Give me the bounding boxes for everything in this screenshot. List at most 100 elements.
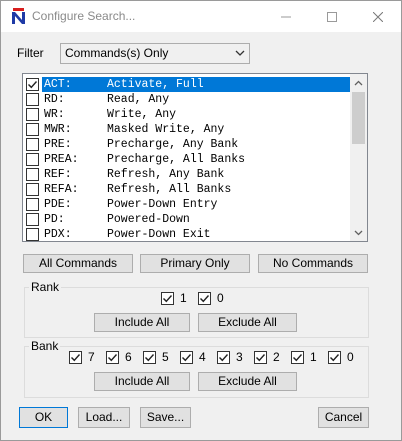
rank-checkbox-1[interactable]: 1 (161, 292, 192, 306)
command-code: PDX: (44, 228, 72, 241)
bank-checkbox-1[interactable]: 1 (291, 351, 322, 365)
command-checkbox[interactable] (26, 153, 39, 166)
command-checkbox[interactable] (26, 228, 39, 241)
command-row[interactable]: PDE: Power-Down Entry (24, 197, 352, 212)
checkbox-label: 6 (125, 350, 132, 364)
checkbox-box (180, 351, 193, 364)
command-row[interactable]: PRE: Precharge, Any Bank (24, 137, 352, 152)
command-code: ACT: (44, 78, 72, 91)
minimize-icon (281, 16, 291, 17)
bank-checkbox-5[interactable]: 5 (143, 351, 174, 365)
command-code: RD: (44, 93, 65, 106)
scroll-up-button[interactable] (350, 74, 367, 91)
scroll-down-button[interactable] (350, 224, 367, 241)
command-checkbox[interactable] (26, 183, 39, 196)
command-checkbox[interactable] (26, 108, 39, 121)
filter-dropdown[interactable]: Commands(s) Only (60, 43, 250, 64)
command-description: Refresh, All Banks (107, 183, 232, 196)
command-description: Refresh, Any Bank (107, 168, 225, 181)
ok-button[interactable]: OK (19, 407, 68, 428)
configure-search-dialog: Configure Search... Filter Commands(s) O… (0, 0, 402, 441)
command-checkbox[interactable] (26, 123, 39, 136)
command-code: REFA: (44, 183, 79, 196)
command-row[interactable]: ACT: Activate, Full (24, 77, 352, 92)
checkbox-label: 2 (273, 350, 280, 364)
bank-checkbox-2[interactable]: 2 (254, 351, 285, 365)
chevron-down-icon (235, 50, 245, 56)
filter-selected-value: Commands(s) Only (65, 46, 169, 60)
checkbox-label: 0 (217, 291, 224, 305)
bank-group-label: Bank (29, 339, 61, 353)
command-checkbox[interactable] (26, 78, 39, 91)
command-row[interactable]: WR: Write, Any (24, 107, 352, 122)
save-button[interactable]: Save... (140, 407, 191, 428)
close-button[interactable] (355, 1, 401, 32)
no-commands-button[interactable]: No Commands (258, 254, 368, 273)
command-row[interactable]: PDX: Power-Down Exit (24, 227, 352, 241)
checkbox-box (291, 351, 304, 364)
checkbox-label: 4 (199, 350, 206, 364)
command-description: Precharge, All Banks (107, 153, 246, 166)
bank-checkbox-3[interactable]: 3 (217, 351, 248, 365)
chevron-up-icon (354, 80, 363, 85)
command-row[interactable]: RD: Read, Any (24, 92, 352, 107)
command-code: PD: (44, 213, 65, 226)
checkbox-box (217, 351, 230, 364)
rank-group-label: Rank (29, 280, 62, 294)
command-checkbox[interactable] (26, 198, 39, 211)
checkbox-label: 0 (347, 350, 354, 364)
checkbox-box (328, 351, 341, 364)
bank-checkbox-0[interactable]: 0 (328, 351, 359, 365)
bank-checkbox-6[interactable]: 6 (106, 351, 137, 365)
command-description: Power-Down Entry (107, 198, 218, 211)
checkbox-label: 5 (162, 350, 169, 364)
bank-checkbox-4[interactable]: 4 (180, 351, 211, 365)
command-code: PRE: (44, 138, 72, 151)
maximize-icon (327, 11, 337, 22)
command-checkbox[interactable] (26, 213, 39, 226)
app-logo-icon (12, 8, 25, 24)
command-description: Masked Write, Any (107, 123, 225, 136)
command-row[interactable]: PD: Powered-Down (24, 212, 352, 227)
checkbox-box (161, 292, 174, 305)
command-row[interactable]: MWR: Masked Write, Any (24, 122, 352, 137)
minimize-button[interactable] (263, 1, 309, 32)
title-bar: Configure Search... (1, 1, 401, 32)
command-code: REF: (44, 168, 72, 181)
filter-label: Filter (17, 46, 44, 60)
rank-checkbox-0[interactable]: 0 (198, 292, 229, 306)
checkbox-label: 1 (180, 291, 187, 305)
chevron-down-icon (354, 230, 363, 235)
command-code: WR: (44, 108, 65, 121)
load-button[interactable]: Load... (78, 407, 130, 428)
all-commands-button[interactable]: All Commands (23, 254, 133, 273)
bank-include-all-button[interactable]: Include All (94, 372, 190, 391)
cancel-button[interactable]: Cancel (318, 407, 369, 428)
maximize-button[interactable] (309, 1, 355, 32)
checkbox-label: 7 (88, 350, 95, 364)
command-description: Precharge, Any Bank (107, 138, 239, 151)
primary-only-button[interactable]: Primary Only (140, 254, 250, 273)
checkbox-box (198, 292, 211, 305)
command-list[interactable]: ACT: Activate, Full RD: Read, Any WR: Write, … (22, 73, 368, 242)
command-checkbox[interactable] (26, 168, 39, 181)
command-description: Powered-Down (107, 213, 190, 226)
rank-exclude-all-button[interactable]: Exclude All (198, 313, 297, 332)
close-icon (373, 11, 383, 22)
command-row[interactable]: PREA: Precharge, All Banks (24, 152, 352, 167)
bank-checkbox-7[interactable]: 7 (69, 351, 100, 365)
checkbox-box (254, 351, 267, 364)
checkbox-label: 3 (236, 350, 243, 364)
list-scrollbar[interactable] (350, 74, 367, 241)
command-row[interactable]: REF: Refresh, Any Bank (24, 167, 352, 182)
command-row[interactable]: REFA: Refresh, All Banks (24, 182, 352, 197)
command-checkbox[interactable] (26, 138, 39, 151)
bank-exclude-all-button[interactable]: Exclude All (198, 372, 297, 391)
command-code: MWR: (44, 123, 72, 136)
scroll-thumb[interactable] (352, 92, 365, 144)
rank-include-all-button[interactable]: Include All (94, 313, 190, 332)
command-checkbox[interactable] (26, 93, 39, 106)
command-description: Write, Any (107, 108, 177, 121)
command-description: Power-Down Exit (107, 228, 211, 241)
checkbox-box (143, 351, 156, 364)
